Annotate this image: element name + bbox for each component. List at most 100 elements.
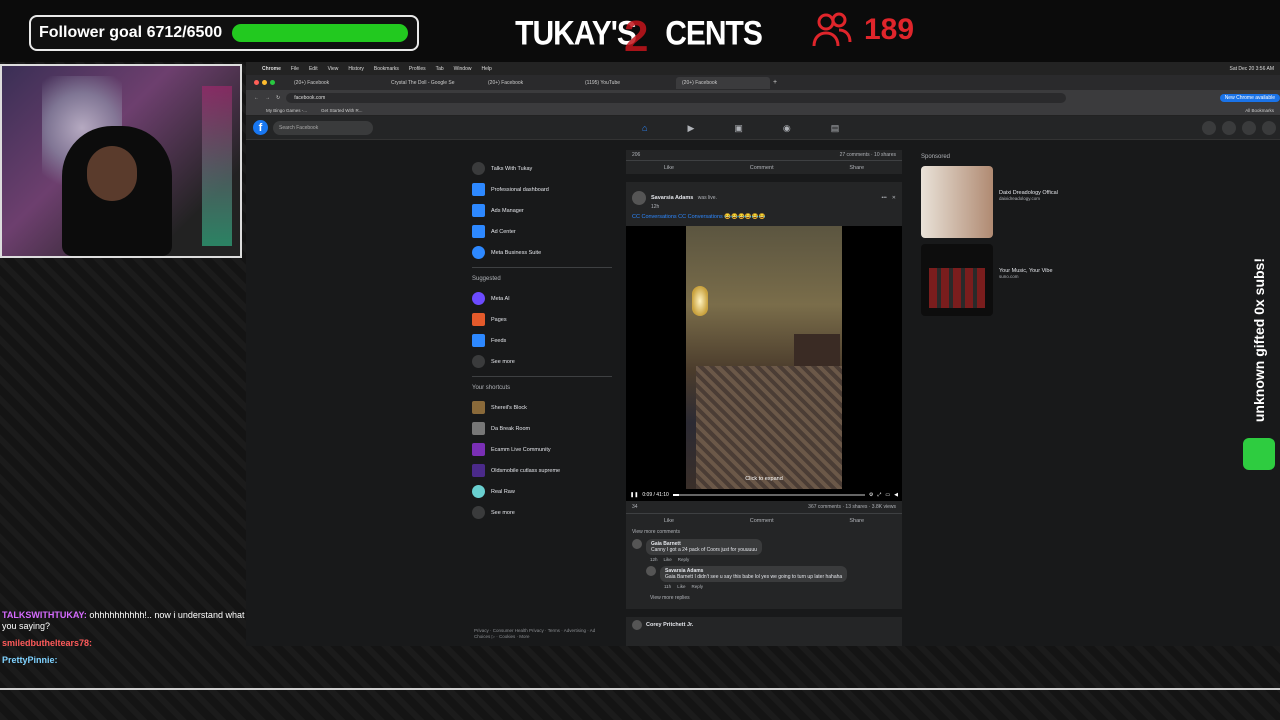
shortcut-item[interactable]: Ecamm Live Community xyxy=(472,439,612,460)
reload-icon[interactable]: ↻ xyxy=(276,95,280,101)
ad-image[interactable] xyxy=(921,244,993,316)
like-button[interactable]: Like xyxy=(664,518,674,524)
notifications-icon[interactable] xyxy=(1242,121,1256,135)
menu-grid-icon[interactable] xyxy=(1202,121,1216,135)
menu-file[interactable]: File xyxy=(291,66,299,72)
menu-profiles[interactable]: Profiles xyxy=(409,66,426,72)
lamp xyxy=(692,286,708,316)
new-tab-button[interactable]: + xyxy=(773,79,777,86)
menu-window[interactable]: Window xyxy=(454,66,472,72)
sidebar-item-pages[interactable]: Pages xyxy=(472,309,612,330)
browser-tab[interactable]: (1195) YouTube xyxy=(579,77,673,89)
avatar[interactable] xyxy=(632,191,646,205)
menu-help[interactable]: Help xyxy=(481,66,491,72)
post-author[interactable]: Corey Pritchett Jr. xyxy=(646,622,693,628)
bookmark-item[interactable]: Get Started With R... xyxy=(321,108,363,113)
sidebar-item-professional-dashboard[interactable]: Professional dashboard xyxy=(472,179,612,200)
view-more-comments[interactable]: View more comments xyxy=(632,529,896,535)
streamer-face xyxy=(87,146,137,201)
sidebar-item-feeds[interactable]: Feeds xyxy=(472,330,612,351)
menu-view[interactable]: View xyxy=(328,66,339,72)
menu-history[interactable]: History xyxy=(348,66,364,72)
comment-button[interactable]: Comment xyxy=(750,165,774,171)
comment-reply-link[interactable]: Reply xyxy=(678,557,690,562)
all-bookmarks[interactable]: All Bookmarks xyxy=(1245,108,1274,113)
url-field[interactable]: facebook.com xyxy=(286,92,1067,103)
sponsored-ad[interactable]: Daixi Dreadology Offical daixidreadology.… xyxy=(921,166,1081,238)
maximize-window-button[interactable] xyxy=(270,80,275,85)
avatar[interactable] xyxy=(632,620,642,630)
pip-icon[interactable]: ▭ xyxy=(885,492,890,498)
sidebar-item-ad-center[interactable]: Ad Center xyxy=(472,221,612,242)
close-icon[interactable]: ✕ xyxy=(892,195,896,201)
shortcut-item[interactable]: Oldsmobile cutlass supreme xyxy=(472,460,612,481)
marketplace-icon[interactable]: ▣ xyxy=(734,123,743,134)
ad-image[interactable] xyxy=(921,166,993,238)
browser-tab[interactable]: (20+) Facebook xyxy=(288,77,382,89)
browser-tab[interactable]: (20+) Facebook xyxy=(482,77,576,89)
comment-like-link[interactable]: Like xyxy=(677,584,685,589)
minimize-window-button[interactable] xyxy=(262,80,267,85)
facebook-left-sidebar: Talks With Tukay Professional dashboard … xyxy=(472,158,612,523)
sponsored-ad[interactable]: Your Music, Your Vibe suno.com xyxy=(921,244,1081,316)
video-player[interactable]: Click to expand ❚❚ 0:09 / 41:10 ⚙ ⤢ ▭ ◀ xyxy=(626,226,902,501)
sidebar-item-meta-ai[interactable]: Meta AI xyxy=(472,288,612,309)
browser-tab[interactable]: Crystal The Doll - Google Se xyxy=(385,77,479,89)
ad-url[interactable]: suno.com xyxy=(999,274,1053,279)
groups-icon[interactable]: ◉ xyxy=(783,123,791,134)
menu-edit[interactable]: Edit xyxy=(309,66,318,72)
shortcut-item[interactable]: Real Raw xyxy=(472,481,612,502)
view-more-replies[interactable]: View more replies xyxy=(650,595,896,601)
shortcut-item[interactable]: Shereil's Block xyxy=(472,397,612,418)
forward-icon[interactable]: → xyxy=(265,95,270,101)
ad-url[interactable]: daixidreadology.com xyxy=(999,196,1058,201)
reaction-count[interactable]: 34 xyxy=(632,504,638,510)
bookmark-item[interactable]: My Bingo Games -... xyxy=(266,108,307,113)
post-caption[interactable]: CC Conversations CC Conversations 😂😂😂😂😂😂 xyxy=(626,214,902,224)
fullscreen-icon[interactable]: ⤢ xyxy=(877,492,881,498)
like-button[interactable]: Like xyxy=(664,165,674,171)
engagement-counts[interactable]: 367 comments · 13 shares · 3.8K views xyxy=(808,504,896,510)
home-icon[interactable]: ⌂ xyxy=(642,123,647,133)
post-time[interactable]: 12h xyxy=(651,204,717,210)
menu-tab[interactable]: Tab xyxy=(436,66,444,72)
avatar[interactable] xyxy=(646,566,656,576)
sidebar-item-meta-business-suite[interactable]: Meta Business Suite xyxy=(472,242,612,263)
comment-reply-link[interactable]: Reply xyxy=(691,584,703,589)
video-icon[interactable]: ▶ xyxy=(687,123,694,134)
new-chrome-button[interactable]: New Chrome available xyxy=(1219,93,1280,102)
facebook-logo-icon[interactable]: f xyxy=(253,120,268,135)
settings-icon[interactable]: ⚙ xyxy=(869,492,873,498)
avatar[interactable] xyxy=(632,539,642,549)
click-to-expand[interactable]: Click to expand xyxy=(626,476,902,482)
gaming-icon[interactable]: ▤ xyxy=(831,123,840,134)
sidebar-item-profile[interactable]: Talks With Tukay xyxy=(472,158,612,179)
video-controls: ❚❚ 0:09 / 41:10 ⚙ ⤢ ▭ ◀ xyxy=(626,489,902,501)
shortcut-see-more[interactable]: See more xyxy=(472,502,612,523)
back-icon[interactable]: ← xyxy=(254,95,259,101)
messenger-icon[interactable] xyxy=(1222,121,1236,135)
comment-like-link[interactable]: Like xyxy=(664,557,672,562)
facebook-footer-links[interactable]: Privacy · Consumer Health Privacy · Term… xyxy=(474,628,604,640)
post-actions: Like Comment Share xyxy=(626,513,902,527)
share-button[interactable]: Share xyxy=(849,165,864,171)
pause-icon[interactable]: ❚❚ xyxy=(630,492,638,498)
browser-tab-active[interactable]: (20+) Facebook xyxy=(676,76,770,89)
comment-meta: 12h Like Reply xyxy=(650,557,690,562)
post-author[interactable]: Savarsia Adams xyxy=(651,195,693,201)
more-options-icon[interactable]: ••• xyxy=(882,195,887,201)
volume-icon[interactable]: ◀ xyxy=(894,492,898,498)
comment-button[interactable]: Comment xyxy=(750,518,774,524)
close-window-button[interactable] xyxy=(254,80,259,85)
share-button[interactable]: Share xyxy=(849,518,864,524)
megaphone-icon xyxy=(472,225,485,238)
viewer-count: 189 xyxy=(812,12,914,48)
sidebar-item-ads-manager[interactable]: Ads Manager xyxy=(472,200,612,221)
facebook-search-input[interactable]: Search Facebook xyxy=(273,120,373,135)
sidebar-item-see-more[interactable]: See more xyxy=(472,351,612,372)
shortcut-item[interactable]: Da Break Room xyxy=(472,418,612,439)
menu-bookmarks[interactable]: Bookmarks xyxy=(374,66,399,72)
profile-avatar[interactable] xyxy=(1262,121,1276,135)
video-progress-bar[interactable] xyxy=(672,494,865,496)
menu-chrome[interactable]: Chrome xyxy=(262,66,281,72)
